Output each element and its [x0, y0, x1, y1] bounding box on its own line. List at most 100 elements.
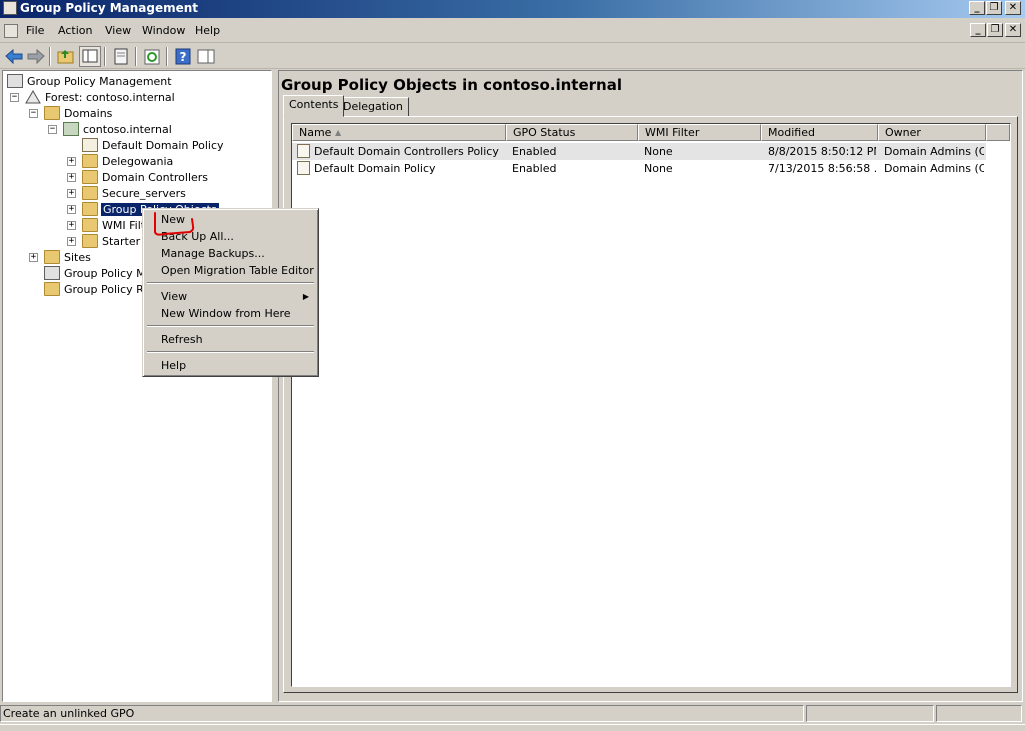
tree-label: Group Policy Management — [27, 75, 172, 88]
title-bar: Group Policy Management _ ❐ ✕ — [0, 0, 1025, 18]
help-icon[interactable]: ? — [172, 46, 194, 67]
gpo-icon — [297, 144, 310, 158]
tree-label: Default Domain Policy — [102, 139, 224, 152]
cell-name: Default Domain Controllers Policy — [314, 145, 499, 158]
tree-node-domain[interactable]: − contoso.internal — [7, 121, 267, 137]
mmc-icon[interactable] — [4, 24, 18, 38]
menu-view[interactable]: View — [103, 23, 133, 39]
sites-icon — [44, 250, 60, 264]
column-header-gpo-status[interactable]: GPO Status — [506, 124, 638, 141]
menu-separator — [147, 351, 314, 353]
cell-wmi: None — [644, 162, 673, 175]
expand-icon[interactable]: + — [67, 237, 76, 246]
tree-node-domains[interactable]: − Domains — [7, 105, 267, 121]
column-header-modified[interactable]: Modified — [761, 124, 878, 141]
cell-modified: 8/8/2015 8:50:12 PM — [768, 145, 876, 158]
gpo-link-icon — [82, 138, 98, 152]
tree-label: Sites — [64, 251, 91, 264]
tree-node-delegowania[interactable]: + Delegowania — [7, 153, 267, 169]
column-label: Name — [299, 126, 332, 139]
tree-node-forest[interactable]: − Forest: contoso.internal — [7, 89, 267, 105]
tab-panel: Name ▲ GPO Status WMI Filter Modified Ow… — [283, 116, 1018, 693]
results-icon — [44, 282, 60, 296]
menu-bar: File Action View Window Help _ ❐ ✕ — [0, 19, 1025, 43]
details-pane: Group Policy Objects in contoso.internal… — [278, 70, 1023, 702]
cell-name: Default Domain Policy — [314, 162, 436, 175]
tree-node-gpm-root[interactable]: Group Policy Management — [7, 73, 267, 89]
mdi-close-button[interactable]: ✕ — [1005, 23, 1021, 37]
gpo-icon — [297, 161, 310, 175]
up-folder-icon[interactable] — [55, 46, 77, 67]
table-row[interactable]: Default Domain Controllers Policy Enable… — [292, 143, 986, 160]
expand-icon[interactable]: + — [67, 157, 76, 166]
menu-item-manage-backups[interactable]: Manage Backups... — [146, 245, 315, 262]
column-header-filler — [986, 124, 1010, 141]
properties-icon[interactable] — [110, 46, 132, 67]
forward-icon[interactable] — [25, 46, 47, 67]
collapse-icon[interactable]: − — [29, 109, 38, 118]
column-header-wmi-filter[interactable]: WMI Filter — [638, 124, 761, 141]
cell-owner: Domain Admins (C... — [884, 145, 984, 158]
app-icon[interactable] — [3, 1, 17, 15]
tree-label: Domains — [64, 107, 113, 120]
status-bar: Create an unlinked GPO — [0, 704, 1025, 723]
close-button[interactable]: ✕ — [1005, 1, 1021, 15]
restore-button[interactable]: ❐ — [986, 1, 1002, 15]
tab-contents[interactable]: Contents — [283, 95, 345, 117]
expand-icon[interactable]: + — [67, 173, 76, 182]
menu-item-refresh[interactable]: Refresh — [146, 331, 315, 348]
menu-separator — [147, 325, 314, 327]
starter-folder-icon — [82, 234, 98, 248]
table-row[interactable]: Default Domain Policy Enabled None 7/13/… — [292, 160, 986, 177]
tree-node-secure-servers[interactable]: + Secure_servers — [7, 185, 267, 201]
action-pane-icon[interactable] — [195, 46, 217, 67]
mdi-minimize-button[interactable]: _ — [970, 23, 986, 37]
tree-node-domain-controllers[interactable]: + Domain Controllers — [7, 169, 267, 185]
menu-separator — [147, 282, 314, 284]
menu-window[interactable]: Window — [140, 23, 187, 39]
column-header-name[interactable]: Name ▲ — [292, 124, 506, 141]
menu-item-help[interactable]: Help — [146, 357, 315, 374]
svg-text:?: ? — [180, 50, 187, 64]
ou-folder-icon — [82, 154, 98, 168]
expand-icon[interactable]: + — [67, 221, 76, 230]
submenu-arrow-icon: ▶ — [302, 292, 309, 301]
minimize-button[interactable]: _ — [969, 1, 985, 15]
mdi-restore-button[interactable]: ❐ — [987, 23, 1003, 37]
toolbar-separator — [135, 47, 137, 66]
tree-label: Delegowania — [102, 155, 174, 168]
expand-icon[interactable]: + — [29, 253, 38, 262]
menu-item-view[interactable]: View ▶ — [146, 288, 315, 305]
gpo-list[interactable]: Name ▲ GPO Status WMI Filter Modified Ow… — [291, 123, 1011, 687]
refresh-icon[interactable] — [141, 46, 163, 67]
forest-icon — [25, 90, 41, 104]
tree-label: contoso.internal — [83, 123, 172, 136]
console-tree[interactable]: Group Policy Management − Forest: contos… — [2, 70, 272, 702]
status-panel — [936, 705, 1022, 722]
ou-folder-icon — [82, 170, 98, 184]
menu-help[interactable]: Help — [193, 23, 222, 39]
taskbar-edge — [0, 724, 1025, 731]
tree-node-default-domain-policy[interactable]: Default Domain Policy — [7, 137, 267, 153]
cell-modified: 7/13/2015 8:56:58 ... — [768, 162, 876, 175]
back-icon[interactable] — [3, 46, 25, 67]
cell-wmi: None — [644, 145, 673, 158]
column-header-owner[interactable]: Owner — [878, 124, 986, 141]
wmi-folder-icon — [82, 218, 98, 232]
collapse-icon[interactable]: − — [10, 93, 19, 102]
toolbar-separator — [166, 47, 168, 66]
menu-item-open-migration-table-editor[interactable]: Open Migration Table Editor — [146, 262, 315, 279]
menu-item-new-window-from-here[interactable]: New Window from Here — [146, 305, 315, 322]
expand-icon[interactable]: + — [67, 205, 76, 214]
gpm-icon — [7, 74, 23, 88]
tab-delegation[interactable]: Delegation — [337, 97, 409, 117]
toolbar-separator — [49, 47, 51, 66]
expand-icon[interactable]: + — [67, 189, 76, 198]
show-hide-tree-icon[interactable] — [79, 46, 101, 67]
toolbar-separator — [104, 47, 106, 66]
collapse-icon[interactable]: − — [48, 125, 57, 134]
domain-icon — [63, 122, 79, 136]
menu-file[interactable]: File — [24, 23, 46, 39]
menu-action[interactable]: Action — [56, 23, 94, 39]
cell-owner: Domain Admins (C... — [884, 162, 984, 175]
